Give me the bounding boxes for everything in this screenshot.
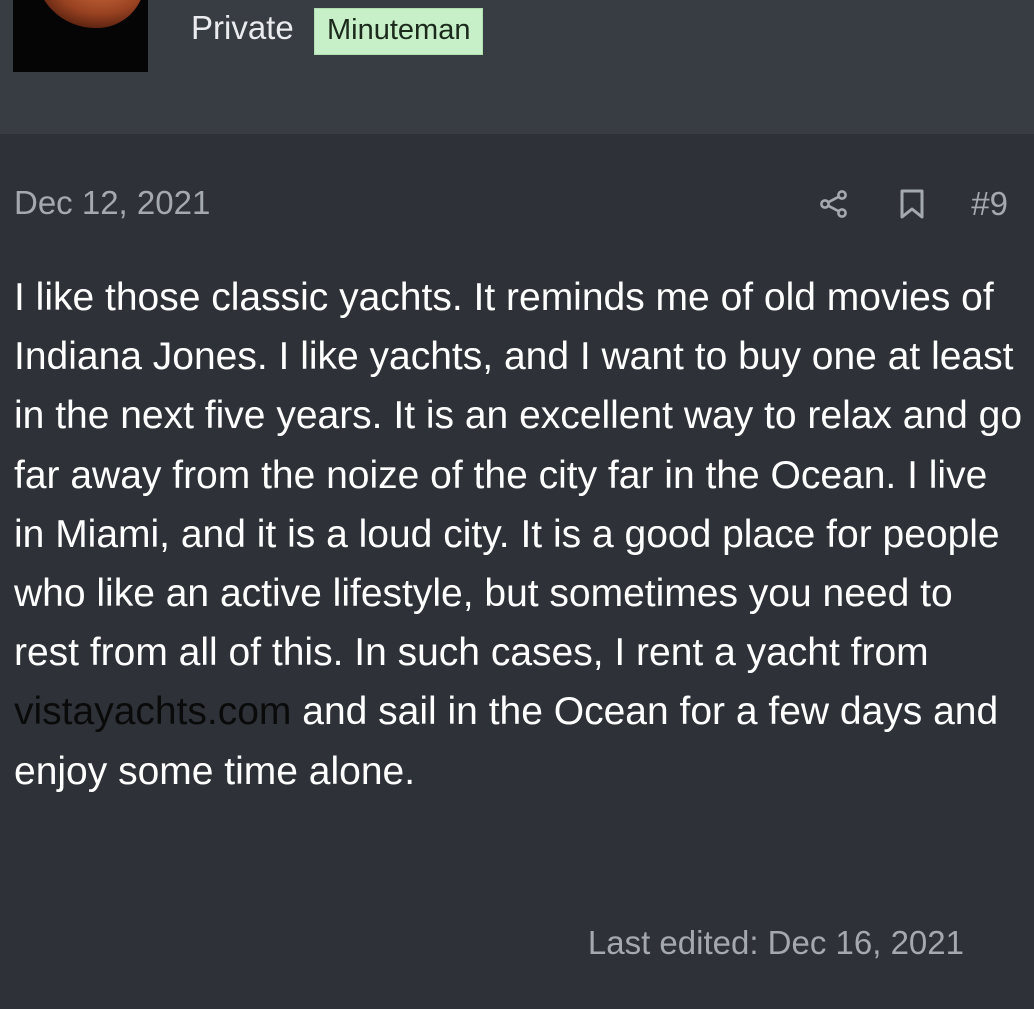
post-body-text: I like those classic yachts. It reminds … <box>14 276 1023 675</box>
avatar-image <box>35 0 145 28</box>
post-date[interactable]: Dec 12, 2021 <box>14 183 210 223</box>
user-header: Private Minuteman <box>0 0 1034 134</box>
bookmark-icon[interactable] <box>895 184 929 224</box>
share-icon[interactable] <box>817 184 851 224</box>
user-title: Private <box>191 9 294 46</box>
post-number-link[interactable]: #9 <box>971 184 1008 224</box>
last-edited-note: Last edited: Dec 16, 2021 <box>587 924 964 961</box>
vistayachts-link[interactable]: vistayachts.com <box>14 690 291 733</box>
post-body: I like those classic yachts. It reminds … <box>14 268 1024 801</box>
post-actions: #9 <box>817 184 1008 224</box>
user-badge: Minuteman <box>314 8 484 55</box>
avatar[interactable] <box>13 0 148 72</box>
